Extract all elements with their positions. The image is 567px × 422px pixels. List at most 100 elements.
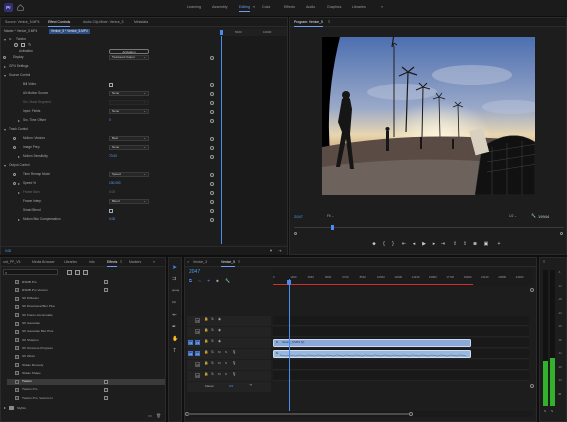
expand-triangle[interactable]	[4, 38, 6, 41]
tab-markers[interactable]: Markers	[129, 260, 141, 264]
param-checkbox[interactable]	[109, 208, 113, 213]
eye-icon[interactable]: ◉	[218, 328, 221, 333]
razor-tool-icon[interactable]: ✂	[172, 301, 176, 306]
home-icon[interactable]	[17, 4, 24, 11]
microphone-icon[interactable]: 🎙	[232, 361, 236, 366]
master-track-header[interactable]: Master 0.0 ⇥	[187, 382, 271, 392]
effect-list-item[interactable]: Shade Remedy	[7, 362, 165, 368]
sync-lock-icon[interactable]: ⇅	[211, 361, 214, 366]
track-lane[interactable]	[273, 371, 529, 381]
folder-expand-icon[interactable]	[4, 406, 6, 409]
stopwatch-icon[interactable]	[13, 182, 16, 185]
reset-parameter-icon[interactable]	[210, 118, 214, 123]
more-panels-icon[interactable]: »	[153, 260, 155, 264]
track-target-button[interactable]: A2	[195, 362, 200, 367]
audio-meters-menu-icon[interactable]: ≡	[543, 260, 545, 264]
source-patch-button[interactable]: A1	[188, 351, 193, 356]
tab-sequence-venice-3[interactable]: Venice_3	[193, 260, 207, 264]
param-number[interactable]: 100.000	[109, 181, 121, 185]
timeline-settings-icon[interactable]: 🔧	[225, 279, 230, 283]
param-row[interactable]: Time Remap Mode Speed ⌄	[1, 171, 217, 178]
param-row[interactable]: Frame Interp Blend ⌄	[1, 198, 217, 205]
mark-out-button[interactable]: }	[390, 241, 396, 247]
param-dropdown[interactable]: Blend ⌄	[109, 199, 149, 204]
ripple-edit-tool-icon[interactable]: ⟺	[172, 289, 179, 294]
track-target-button[interactable]: A3	[195, 373, 200, 378]
track-lane[interactable]	[273, 360, 529, 370]
param-row[interactable]: GPU Settings	[1, 63, 217, 70]
param-dropdown[interactable]: Best ⌄	[109, 136, 149, 141]
param-row[interactable]: Motion Blur Compensation 0.00	[1, 216, 217, 223]
param-row[interactable]: Src. Time Offset 0	[1, 117, 217, 124]
source-patch-button[interactable]: V1	[188, 340, 193, 345]
scrubber-playhead[interactable]	[331, 225, 334, 230]
timeline-timecode[interactable]: 2047	[189, 270, 200, 275]
play-button[interactable]: ▶	[421, 241, 427, 247]
param-row[interactable]: Display Twixtored Output ⌄	[1, 54, 217, 61]
new-bin-icon[interactable]: ▭	[148, 414, 152, 418]
sync-lock-icon[interactable]: ⇅	[211, 339, 214, 344]
workspace-assembly[interactable]: Assembly	[212, 5, 228, 10]
go-to-in-button[interactable]: ⇤	[401, 241, 407, 247]
reset-parameter-icon[interactable]	[210, 82, 214, 87]
nest-icon[interactable]: ⧉	[189, 279, 192, 283]
timeline-h-scrollbar[interactable]	[185, 411, 533, 417]
fx-badge-icon[interactable]: fx	[9, 37, 11, 41]
effect-list-item[interactable]: Shade Shape	[7, 370, 165, 376]
master-volume[interactable]: 0.0	[229, 385, 233, 388]
workspace-libraries[interactable]: Libraries	[352, 5, 366, 10]
hand-tool-icon[interactable]: ✋	[172, 337, 178, 342]
tab-project[interactable]: ord_PP_V5	[3, 260, 20, 264]
track-lane[interactable]	[273, 327, 529, 337]
effect-list-item[interactable]: SK Structure Progress	[7, 345, 165, 351]
quality-dropdown[interactable]: 1/2 ⌄	[509, 214, 525, 220]
workspace-menu-icon[interactable]: ≡	[253, 5, 255, 10]
tab-info[interactable]: Info	[89, 260, 95, 264]
param-row[interactable]: Alt Motion Source None ⌄	[1, 90, 217, 97]
timeline-ruler[interactable]: 0 1920 2840 5000 6720 8540 10500 12000 14240 1580…	[273, 269, 533, 286]
reset-parameter-icon[interactable]	[210, 199, 214, 204]
expand-triangle[interactable]	[18, 119, 20, 122]
more-workspaces-icon[interactable]: »	[381, 5, 383, 9]
v-scroll-handle-top[interactable]	[530, 288, 534, 292]
sync-lock-icon[interactable]: ⇅	[211, 317, 214, 322]
workspace-graphics[interactable]: Graphics	[327, 5, 341, 10]
pen-mask-icon[interactable]: ✎	[28, 42, 31, 47]
effect-list-item[interactable]: RSMB Pro	[7, 279, 165, 285]
param-number[interactable]: 0	[109, 118, 111, 122]
reset-parameter-icon[interactable]	[210, 55, 214, 60]
expand-triangle[interactable]	[4, 65, 6, 68]
type-tool-icon[interactable]: T	[173, 349, 176, 354]
track-target-button[interactable]: V3	[195, 318, 200, 323]
effect-list-item[interactable]: Twixtor Pro, Vectors In	[7, 395, 165, 401]
scroll-right-handle[interactable]	[409, 412, 413, 416]
param-dropdown[interactable]: None ⌄	[109, 109, 149, 114]
tab-effect-controls[interactable]: Effect Controls	[48, 20, 71, 28]
yuv-effects-icon[interactable]	[83, 270, 88, 275]
param-row[interactable]: Smart Blend	[1, 207, 217, 214]
effect-list-item[interactable]: SK Gaussian	[7, 321, 165, 327]
scrub-zoom-left[interactable]	[294, 232, 297, 235]
export-icon[interactable]: ⇥	[278, 249, 281, 253]
button-editor-icon[interactable]: +	[496, 241, 502, 247]
close-tab-icon[interactable]: ×	[187, 260, 189, 264]
lock-icon[interactable]: 🔒	[204, 350, 208, 355]
workspace-learning[interactable]: Learning	[187, 5, 201, 10]
param-row[interactable]: Motion: Vectors Best ⌄	[1, 135, 217, 142]
workspace-editing[interactable]: Editing	[239, 5, 250, 12]
param-dropdown[interactable]: Twixtored Output ⌄	[109, 55, 149, 60]
effect-list-item[interactable]: Twixtor Pro	[7, 387, 165, 393]
program-viewer[interactable]	[322, 37, 535, 195]
param-number[interactable]: 0.00	[109, 190, 115, 194]
fit-dropdown[interactable]: Fit ⌄	[327, 214, 349, 220]
tab-source[interactable]: Source: Venice_5.MP4	[5, 20, 40, 24]
reset-parameter-icon[interactable]	[210, 172, 214, 177]
eye-icon[interactable]: ◉	[218, 339, 221, 344]
selection-tool-icon[interactable]: ➤	[172, 265, 177, 271]
track-target-button[interactable]: V1	[195, 340, 200, 345]
param-number[interactable]: 0.00	[109, 217, 115, 221]
linked-selection-icon[interactable]: ⚭	[207, 279, 210, 283]
track-lane[interactable]	[273, 316, 529, 326]
effect-list-item[interactable]: RSMB Pro Vectors	[7, 287, 165, 293]
stopwatch-icon[interactable]	[13, 137, 16, 140]
